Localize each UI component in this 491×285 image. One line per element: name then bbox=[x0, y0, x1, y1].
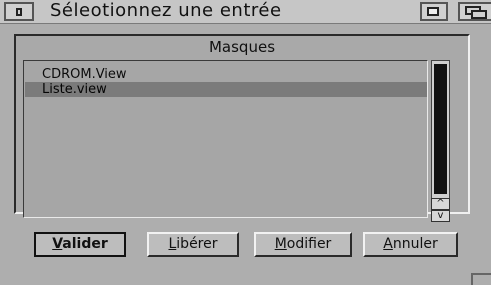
zoom-gadget-icon[interactable] bbox=[420, 2, 448, 21]
scroll-down-icon[interactable]: v bbox=[431, 210, 450, 222]
window-title: Séleotionnez une entrée bbox=[50, 0, 282, 21]
list-item-selected[interactable]: Liste.view bbox=[25, 82, 427, 97]
scroll-up-icon[interactable]: ^ bbox=[431, 198, 450, 210]
title-bar[interactable]: Séleotionnez une entrée bbox=[0, 0, 491, 24]
validate-button[interactable]: Valider bbox=[34, 232, 126, 257]
cancel-button-hotkey: A bbox=[383, 236, 393, 252]
requester-window: Séleotionnez une entrée Masques CDROM.Vi… bbox=[0, 0, 491, 285]
validate-button-hotkey: V bbox=[52, 236, 63, 252]
modify-button[interactable]: Modifier bbox=[254, 232, 352, 257]
modify-button-hotkey: M bbox=[274, 236, 287, 252]
validate-button-label: alider bbox=[62, 236, 108, 252]
scroll-knob[interactable] bbox=[434, 64, 447, 194]
resize-handle[interactable] bbox=[471, 273, 491, 285]
group-title: Masques bbox=[208, 38, 276, 56]
release-button-label: ibérer bbox=[176, 236, 218, 252]
scrollbar[interactable] bbox=[431, 60, 450, 206]
mask-list[interactable]: CDROM.View Liste.view bbox=[23, 60, 428, 218]
close-gadget-icon[interactable] bbox=[4, 2, 34, 21]
cancel-button-label: nnuler bbox=[392, 236, 438, 252]
release-button[interactable]: Libérer bbox=[147, 232, 239, 257]
cancel-button[interactable]: Annuler bbox=[363, 232, 458, 257]
modify-button-label: odifier bbox=[286, 236, 332, 252]
list-item[interactable]: CDROM.View bbox=[25, 67, 415, 82]
depth-gadget-icon[interactable] bbox=[458, 2, 491, 21]
